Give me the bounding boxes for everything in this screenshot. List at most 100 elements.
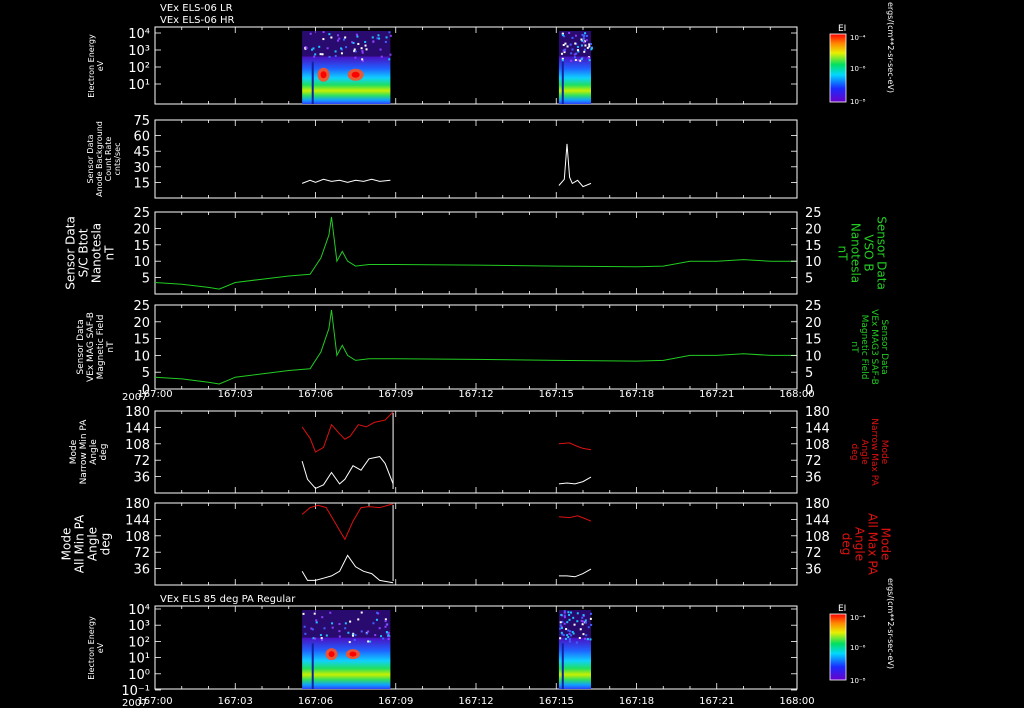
spectrogram-pixel: [575, 52, 578, 55]
spectrogram-pixel: [585, 34, 588, 37]
spectrogram-pixel: [353, 638, 356, 641]
spectrogram-pixel: [570, 59, 573, 62]
p5-max-pa-line-0: [301, 411, 394, 453]
spectrogram-pixel: [576, 45, 579, 48]
spectrogram-pixel: [580, 57, 583, 60]
time-tick-label-top: 168:00: [779, 389, 814, 400]
y-tick-label: 144: [125, 513, 150, 528]
spectrogram-block: [302, 637, 391, 689]
time-tick-label-bottom: 167:18: [619, 696, 654, 707]
spectrogram-pixel: [319, 53, 322, 56]
axis-label-line: nT: [106, 341, 116, 353]
colorbar2-scale: [829, 613, 847, 681]
spectrogram-pixel: [302, 612, 305, 615]
spectrogram-pixel: [315, 621, 318, 624]
spectrogram-pixel: [360, 47, 363, 50]
y-tick-label-right: 144: [805, 421, 830, 436]
panel-frame-p4: [154, 304, 798, 390]
axis-label-line: Angle: [89, 439, 99, 465]
p6-max-pa-line-0: [301, 503, 394, 541]
spectrogram-core: [349, 651, 357, 657]
spectrogram-pixel: [357, 618, 360, 621]
y-tick-label: 180: [125, 497, 150, 512]
colorbar-units-top: ergs/(cm**2-sr-sec-eV): [886, 2, 895, 93]
spectrogram-pixel: [343, 38, 346, 41]
time-tick-label-top: 167:21: [699, 389, 734, 400]
spectrogram-pixel: [314, 637, 317, 640]
axis-label-line: Nanotesla: [849, 223, 863, 283]
spectrogram-pixel: [344, 622, 347, 625]
y-tick-label-right: 36: [805, 563, 822, 578]
y-tick-label-right: 108: [805, 530, 830, 545]
spectrogram-pixel: [380, 55, 383, 58]
time-tick-label-bottom: 167:21: [699, 696, 734, 707]
axis-label-line: All Min PA: [73, 514, 87, 573]
spectrogram-pixel: [355, 33, 358, 36]
spectrogram-pixel: [348, 641, 351, 644]
spectrogram-pixel: [323, 627, 326, 630]
spectrogram-pixel: [313, 612, 316, 615]
spectrogram-pixel: [577, 49, 580, 52]
p5-ylabel: Mode Narrow Min PA Angle deg: [69, 419, 109, 485]
spectrogram-pixel: [338, 635, 341, 638]
spectrogram-pixel: [384, 618, 387, 621]
spectrogram-pixel: [384, 625, 387, 628]
p3-ylabel: Sensor Data S/C Btot Nanotesla nT: [64, 216, 117, 290]
spectrogram-pixel: [365, 632, 368, 635]
y-tick-label-right: 10: [805, 349, 822, 364]
spectrogram-pixel: [331, 622, 334, 625]
y-tick-label-right: 108: [805, 438, 830, 453]
spectrogram-pixel: [320, 638, 323, 641]
spectrogram-pixel: [584, 32, 587, 35]
y-tick-label: 15: [133, 239, 150, 254]
y-tick-label: 10³: [128, 44, 150, 59]
spectrogram-pixel: [338, 37, 341, 40]
spectrogram-pixel: [579, 59, 582, 62]
axis-label-line: eV: [96, 60, 105, 71]
time-tick-label-bottom: 167:00: [137, 696, 172, 707]
spectrogram-pixel: [564, 42, 567, 45]
spectrogram-pixel: [387, 631, 390, 634]
p5-min-pa-line-1: [558, 476, 592, 485]
spectrogram-pixel: [574, 34, 577, 37]
y-tick-label-right: 72: [805, 546, 822, 561]
y-tick-label: 72: [133, 454, 150, 469]
spectrogram-pixel: [387, 638, 390, 641]
axis-label-line: Count Rate: [104, 137, 113, 182]
spectrogram-pixel: [590, 47, 593, 50]
y-tick-label: 15: [133, 333, 150, 348]
colorbar-top: EI 10⁻⁴ 10⁻⁶ 10⁻⁸: [829, 24, 866, 106]
spectrogram-pixel: [583, 50, 586, 53]
spectrogram-pixel: [344, 36, 347, 39]
spectrogram-noise: [302, 610, 391, 642]
spectrogram-pixel: [568, 613, 571, 616]
colorbar-mid-label: 10⁻⁶: [850, 65, 866, 73]
spectrogram-pixel: [588, 45, 591, 48]
y-tick-label: 10: [133, 255, 150, 270]
axis-label-line: Angle: [859, 439, 869, 465]
axis-label-line: Narrow Min PA: [79, 419, 89, 485]
spectrogram-pixel: [312, 47, 315, 50]
spectrogram-pixel: [563, 49, 566, 52]
spectrogram-pixel: [566, 621, 569, 624]
axis-label-line: Magnetic Field: [96, 315, 106, 380]
spectrogram-pixel: [568, 640, 571, 643]
axis-label-line: Angle: [853, 527, 867, 561]
colorbar-bottom-label: 10⁻⁸: [850, 98, 866, 106]
spectrogram-pixel: [571, 36, 574, 39]
spectrogram-pixel: [575, 641, 578, 644]
y-tick-label: 72: [133, 546, 150, 561]
y-tick-label-right: 10: [805, 255, 822, 270]
spectrogram-pixel: [582, 620, 585, 623]
spectrogram-pixel: [374, 634, 377, 637]
panel-frame-p6: [154, 502, 798, 586]
spectrogram-pixel: [384, 620, 387, 623]
spectrogram-pixel: [560, 626, 563, 629]
axis-label-line: Sensor Data: [76, 319, 86, 374]
axis-label-line: VEx MAG3 SAF-B: [869, 309, 879, 385]
spectrogram-pixel: [354, 56, 357, 59]
spectrogram-pixel: [367, 640, 370, 643]
spectrogram-pixel: [354, 50, 357, 53]
y-tick-label: 20: [133, 222, 150, 237]
spectrogram-pixel: [372, 40, 375, 43]
